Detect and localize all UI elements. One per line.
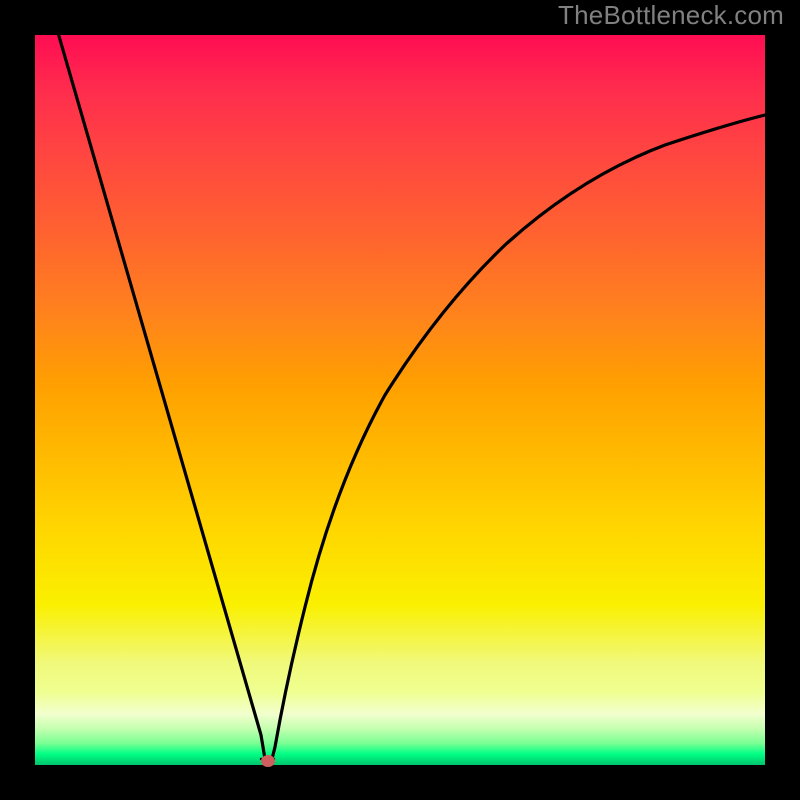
watermark-text: TheBottleneck.com	[558, 0, 784, 31]
plot-outer-border	[35, 35, 765, 765]
chart-frame: TheBottleneck.com	[0, 0, 800, 800]
bottleneck-curve	[35, 35, 765, 765]
curve-right-arm	[272, 115, 765, 759]
minimum-marker	[261, 755, 275, 767]
curve-left-arm	[50, 35, 265, 759]
